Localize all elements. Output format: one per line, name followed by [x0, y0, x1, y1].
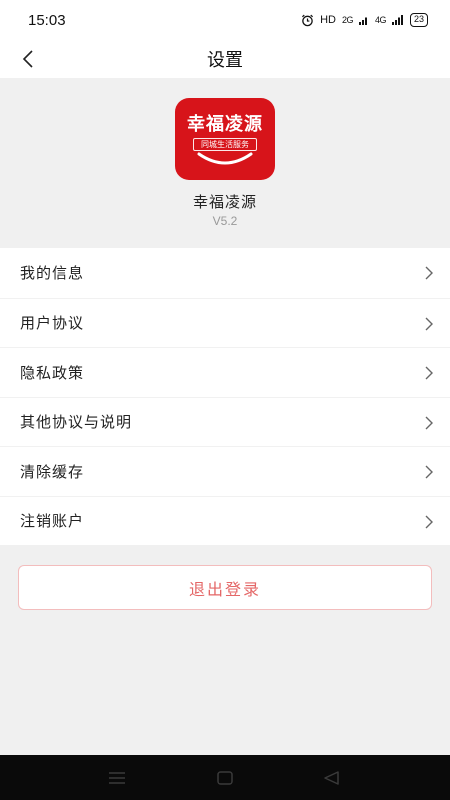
logout-button[interactable]: 退出登录: [18, 565, 432, 610]
app-info-section: 幸福凌源 同城生活服务 幸福凌源 V5.2: [0, 78, 450, 248]
chevron-right-icon: [425, 266, 433, 280]
signal-2-label: 4G: [374, 15, 387, 25]
menu-item-label: 用户协议: [20, 314, 85, 333]
app-version: V5.2: [212, 214, 238, 228]
status-time: 15:03: [28, 12, 66, 29]
menu-item-label: 我的信息: [20, 264, 85, 283]
home-button[interactable]: [214, 767, 236, 789]
status-indicators: HD 2G 4G 23: [301, 13, 428, 27]
signal-1-bars-icon: [358, 17, 367, 25]
system-back-button[interactable]: [320, 767, 342, 789]
logout-label: 退出登录: [188, 579, 261, 599]
home-icon: [217, 771, 233, 785]
page-title: 设置: [207, 50, 243, 71]
settings-menu: 我的信息 用户协议 隐私政策 其他协议与说明 清除缓存 注销账户: [0, 248, 450, 545]
nav-bar: 设置: [0, 42, 450, 78]
chevron-right-icon: [425, 416, 433, 429]
menu-item-label: 其他协议与说明: [20, 413, 133, 432]
menu-item-user-agreement[interactable]: 用户协议: [0, 297, 450, 348]
signal-1-label: 2G: [341, 15, 354, 25]
menu-item-label: 清除缓存: [20, 462, 85, 481]
smile-icon: [197, 152, 253, 165]
chevron-right-icon: [425, 515, 433, 528]
chevron-right-icon: [425, 317, 433, 330]
menu-item-delete-account[interactable]: 注销账户: [0, 495, 450, 546]
alarm-clock-icon: [302, 14, 314, 26]
menu-icon: [109, 772, 125, 784]
battery-indicator: 23: [409, 13, 428, 27]
menu-item-my-info[interactable]: 我的信息: [0, 248, 450, 298]
system-nav-bar: [0, 755, 450, 800]
back-triangle-icon: [324, 771, 339, 785]
logo-title: 幸福凌源: [187, 114, 263, 135]
menu-item-label: 注销账户: [20, 512, 85, 531]
app-name: 幸福凌源: [192, 193, 257, 211]
menu-item-label: 隐私政策: [20, 363, 85, 382]
menu-item-privacy-policy[interactable]: 隐私政策: [0, 347, 450, 397]
menu-item-other-agreements[interactable]: 其他协议与说明: [0, 396, 450, 447]
signal-2-bars-icon: [391, 15, 403, 25]
menu-item-clear-cache[interactable]: 清除缓存: [0, 446, 450, 496]
app-logo: 幸福凌源 同城生活服务: [175, 98, 275, 180]
menu-button[interactable]: [106, 767, 128, 789]
status-bar: 15:03 HD 2G 4G 23: [0, 0, 450, 42]
network-type: HD: [320, 14, 336, 26]
chevron-right-icon: [425, 366, 433, 380]
chevron-right-icon: [425, 465, 433, 479]
